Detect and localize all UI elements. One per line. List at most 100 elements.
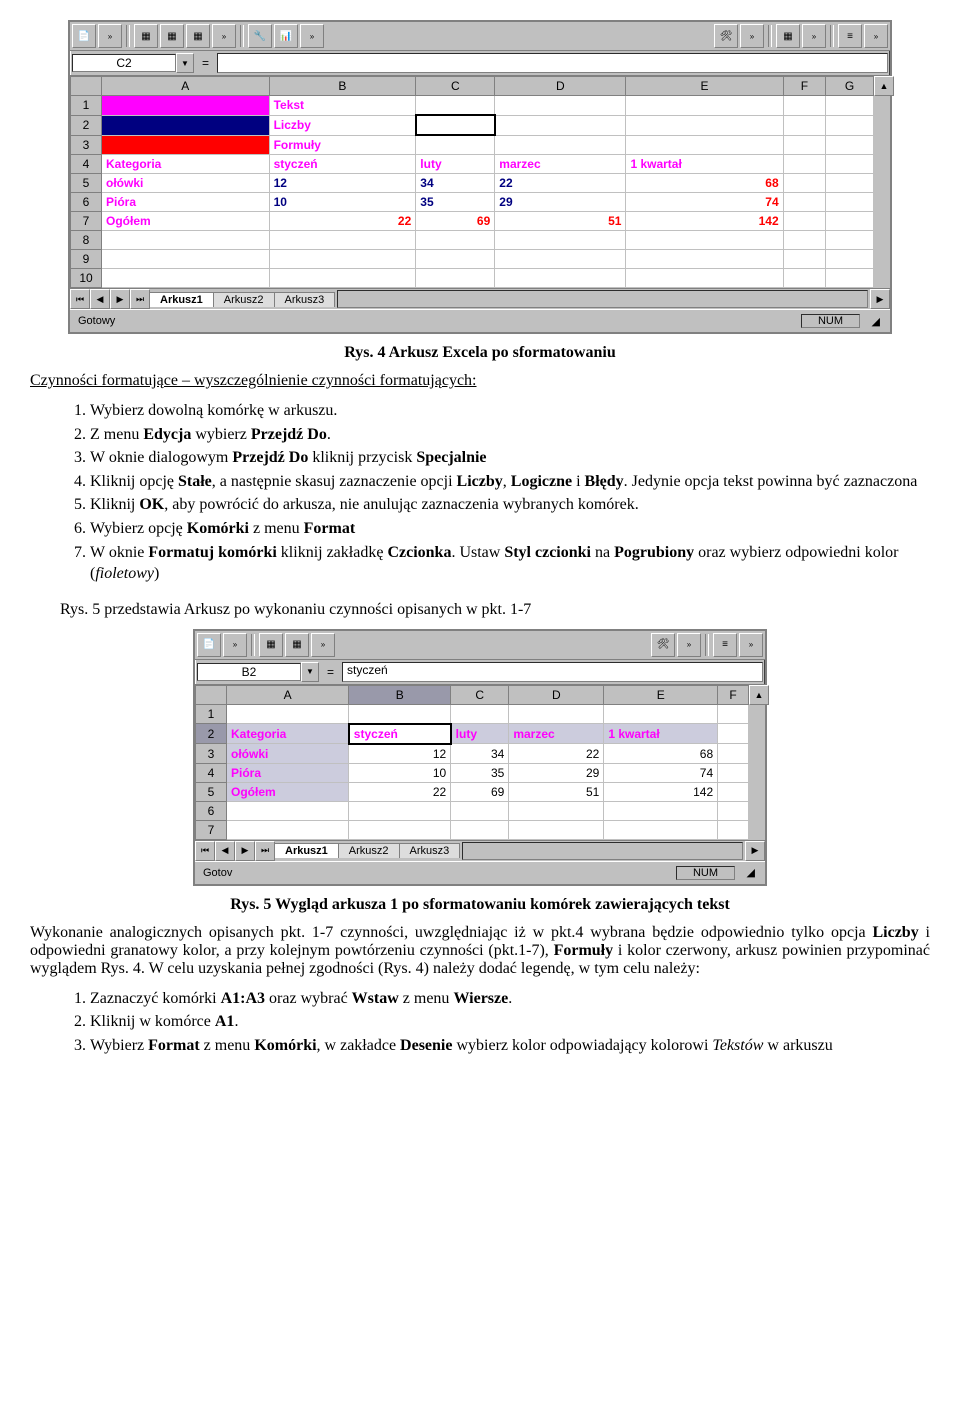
col-header[interactable]: G — [826, 77, 874, 96]
cell[interactable] — [416, 96, 495, 116]
resize-grip-icon[interactable]: ◢ — [735, 864, 757, 881]
cell[interactable]: Ogółem — [102, 212, 270, 231]
cell[interactable]: Pióra — [102, 193, 270, 212]
resize-grip-icon[interactable]: ◢ — [860, 313, 882, 330]
cell[interactable] — [269, 250, 416, 269]
cell[interactable] — [783, 115, 826, 135]
cell[interactable] — [718, 724, 749, 744]
vertical-scrollbar[interactable]: ▲ — [874, 76, 890, 288]
tools-icon[interactable]: 🛠 — [714, 24, 738, 48]
spreadsheet-grid-2[interactable]: A B C D E F 1 2Kategoriastyczeńlutymarze… — [195, 685, 749, 840]
cell[interactable] — [826, 115, 874, 135]
cell[interactable] — [102, 135, 270, 155]
cell[interactable]: 22 — [495, 174, 626, 193]
cell[interactable] — [718, 801, 749, 820]
cell[interactable] — [495, 115, 626, 135]
cell[interactable] — [349, 820, 451, 839]
cell[interactable] — [826, 174, 874, 193]
col-header[interactable]: F — [783, 77, 826, 96]
cell[interactable]: 22 — [509, 744, 604, 764]
col-header[interactable]: A — [102, 77, 270, 96]
sheet-tab-2[interactable]: Arkusz2 — [213, 292, 275, 307]
row-header[interactable]: 7 — [196, 820, 227, 839]
toolbar-btn[interactable]: ▦ — [134, 24, 158, 48]
cell[interactable] — [509, 820, 604, 839]
cell[interactable] — [269, 231, 416, 250]
cell[interactable] — [227, 820, 349, 839]
pdf-icon[interactable]: 📄 — [197, 633, 221, 657]
col-header[interactable]: E — [626, 77, 783, 96]
cell[interactable]: 10 — [349, 763, 451, 782]
cell[interactable] — [102, 96, 270, 116]
cell[interactable] — [416, 231, 495, 250]
cell[interactable]: 68 — [626, 174, 783, 193]
cell[interactable]: 74 — [604, 763, 718, 782]
cell[interactable] — [626, 269, 783, 288]
cell[interactable] — [416, 269, 495, 288]
cell[interactable] — [718, 820, 749, 839]
cell[interactable] — [451, 820, 509, 839]
cell[interactable]: 29 — [509, 763, 604, 782]
cell[interactable] — [509, 801, 604, 820]
scroll-right-icon[interactable]: ▶ — [745, 841, 765, 861]
cell[interactable]: 12 — [269, 174, 416, 193]
cell[interactable] — [102, 115, 270, 135]
next-tab-icon[interactable]: ▶ — [235, 841, 255, 861]
cell[interactable] — [826, 135, 874, 155]
row-header[interactable]: 5 — [71, 174, 102, 193]
col-header[interactable]: F — [718, 685, 749, 704]
cell[interactable] — [227, 801, 349, 820]
cell[interactable]: marzec — [495, 155, 626, 174]
row-header[interactable]: 5 — [196, 782, 227, 801]
horizontal-scrollbar[interactable] — [337, 290, 868, 308]
cell[interactable]: 51 — [495, 212, 626, 231]
cell[interactable]: Tekst — [269, 96, 416, 116]
toolbar-btn[interactable]: ▦ — [160, 24, 184, 48]
cell[interactable]: Ogółem — [227, 782, 349, 801]
first-tab-icon[interactable]: ⏮ — [70, 289, 90, 309]
col-header[interactable]: B — [269, 77, 416, 96]
row-header[interactable]: 3 — [196, 744, 227, 764]
scroll-up-icon[interactable]: ▲ — [749, 685, 769, 705]
cell[interactable]: 29 — [495, 193, 626, 212]
cell[interactable] — [783, 212, 826, 231]
cell[interactable]: 35 — [416, 193, 495, 212]
row-header[interactable]: 9 — [71, 250, 102, 269]
horizontal-scrollbar[interactable] — [462, 842, 743, 860]
cell[interactable] — [269, 269, 416, 288]
prev-tab-icon[interactable]: ◀ — [90, 289, 110, 309]
sheet-tab-2[interactable]: Arkusz2 — [338, 843, 400, 858]
cell[interactable] — [783, 155, 826, 174]
cell[interactable] — [451, 704, 509, 724]
cell[interactable] — [826, 155, 874, 174]
row-header[interactable]: 4 — [196, 763, 227, 782]
toolbar-btn[interactable]: 📊 — [274, 24, 298, 48]
cell[interactable] — [826, 96, 874, 116]
select-all-corner[interactable] — [196, 685, 227, 704]
scroll-right-icon[interactable]: ▶ — [870, 289, 890, 309]
active-cell[interactable] — [416, 115, 495, 135]
cell[interactable] — [626, 135, 783, 155]
cell[interactable] — [718, 763, 749, 782]
row-header[interactable]: 8 — [71, 231, 102, 250]
cell[interactable] — [718, 782, 749, 801]
align-icon[interactable]: ≡ — [713, 633, 737, 657]
toolbar-btn[interactable]: ▦ — [776, 24, 800, 48]
sheet-tab-3[interactable]: Arkusz3 — [274, 292, 336, 307]
col-header[interactable]: D — [509, 685, 604, 704]
last-tab-icon[interactable]: ⏭ — [255, 841, 275, 861]
expand-icon[interactable]: » — [740, 24, 764, 48]
cell[interactable] — [718, 704, 749, 724]
cell[interactable]: 69 — [416, 212, 495, 231]
cell[interactable]: 68 — [604, 744, 718, 764]
cell[interactable]: luty — [416, 155, 495, 174]
cell[interactable]: Pióra — [227, 763, 349, 782]
toolbar-btn[interactable]: ▦ — [186, 24, 210, 48]
cell[interactable] — [826, 231, 874, 250]
cell[interactable] — [826, 193, 874, 212]
toolbar-btn[interactable]: 🔧 — [248, 24, 272, 48]
cell[interactable] — [102, 231, 270, 250]
cell[interactable] — [509, 704, 604, 724]
cell[interactable] — [349, 704, 451, 724]
align-icon[interactable]: ≡ — [838, 24, 862, 48]
